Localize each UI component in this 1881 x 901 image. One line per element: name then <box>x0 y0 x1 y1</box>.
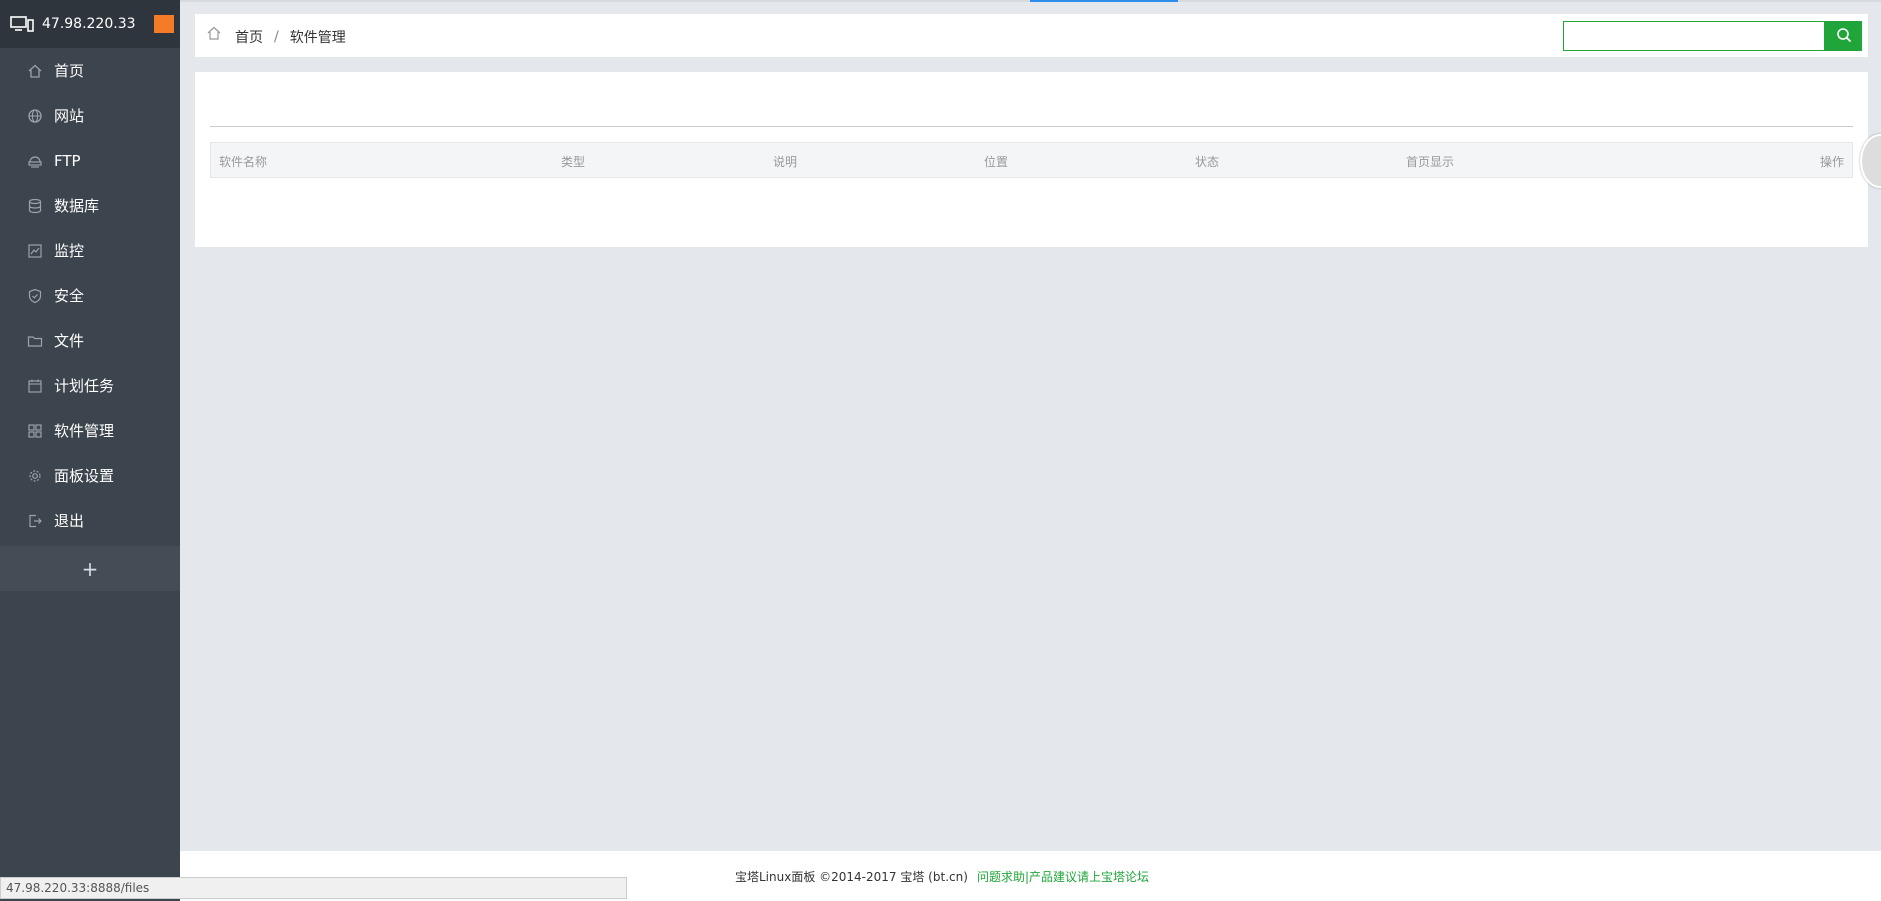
sidebar-item-settings[interactable]: 面板设置 <box>0 453 180 498</box>
add-shortcut-button[interactable]: + <box>0 546 180 591</box>
sidebar-item-files[interactable]: 文件 <box>0 318 180 363</box>
sidebar-menu: 首页 网站 FTP 数据库 监控 安全 文件 计划任务 软件管理 面板设置 退出 <box>0 48 180 543</box>
sidebar-item-website[interactable]: 网站 <box>0 93 180 138</box>
sidebar-item-cron[interactable]: 计划任务 <box>0 363 180 408</box>
sidebar-item-monitor[interactable]: 监控 <box>0 228 180 273</box>
sidebar-item-label: 监控 <box>54 242 85 260</box>
panel-flag-icon[interactable] <box>154 15 174 33</box>
grid-icon <box>27 423 43 439</box>
sidebar-item-database[interactable]: 数据库 <box>0 183 180 228</box>
sidebar-item-label: 退出 <box>54 512 85 530</box>
folder-icon <box>27 333 43 349</box>
server-ip: 47.98.220.33 <box>42 16 136 32</box>
sidebar-item-label: 数据库 <box>54 197 100 215</box>
sidebar-item-logout[interactable]: 退出 <box>0 498 180 543</box>
sidebar-item-home[interactable]: 首页 <box>0 48 180 93</box>
active-tab-indicator <box>1030 0 1178 2</box>
home-icon <box>27 63 43 79</box>
column-header-status: 状态 <box>1195 155 1220 169</box>
sidebar-item-label: 计划任务 <box>54 377 115 395</box>
column-header-description: 说明 <box>773 155 798 169</box>
software-table-header: 软件名称 类型 说明 位置 状态 首页显示 操作 <box>210 142 1853 178</box>
search-icon <box>1836 27 1852 46</box>
logout-icon <box>27 513 43 529</box>
sidebar-item-software[interactable]: 软件管理 <box>0 408 180 453</box>
sidebar-item-label: 面板设置 <box>54 467 115 485</box>
column-header-actions: 操作 <box>1819 155 1844 169</box>
sidebar-item-ftp[interactable]: FTP <box>0 138 180 183</box>
sidebar-item-label: 文件 <box>54 332 85 350</box>
column-header-location: 位置 <box>984 155 1009 169</box>
breadcrumb-separator: / <box>274 29 279 45</box>
sidebar-header: 47.98.220.33 <box>0 0 180 48</box>
gear-icon <box>27 468 43 484</box>
column-header-name: 软件名称 <box>219 155 268 169</box>
globe-icon <box>27 108 43 124</box>
breadcrumb-bar: 首页 / 软件管理 <box>195 14 1868 57</box>
footer-help-link[interactable]: 问题求助|产品建议请上宝塔论坛 <box>977 868 1149 885</box>
calendar-icon <box>27 378 43 394</box>
database-icon <box>27 198 43 214</box>
server-monitor-icon <box>10 15 34 33</box>
sidebar-item-label: FTP <box>54 151 81 170</box>
sidebar-item-label: 首页 <box>54 62 85 80</box>
breadcrumb-current: 软件管理 <box>289 30 346 46</box>
footer-copyright: 宝塔Linux面板 ©2014-2017 宝塔 (bt.cn) <box>735 870 968 884</box>
search-button[interactable] <box>1825 21 1862 51</box>
ftp-icon <box>27 153 43 169</box>
shield-icon <box>27 288 43 304</box>
search-input[interactable] <box>1563 21 1825 51</box>
home-icon[interactable] <box>206 25 222 41</box>
sidebar-item-label: 软件管理 <box>54 422 115 440</box>
sidebar-item-label: 安全 <box>54 287 85 305</box>
sidebar-item-security[interactable]: 安全 <box>0 273 180 318</box>
tab-divider <box>210 126 1853 127</box>
search-box <box>1563 21 1862 51</box>
monitor-chart-icon <box>27 243 43 259</box>
browser-tab-strip <box>180 0 1881 2</box>
software-panel: 软件名称 类型 说明 位置 状态 首页显示 操作 <box>195 72 1868 247</box>
browser-status-url: 47.98.220.33:8888/files <box>0 877 627 899</box>
column-header-type: 类型 <box>561 155 586 169</box>
sidebar-item-label: 网站 <box>54 107 85 125</box>
breadcrumb-home-link[interactable]: 首页 <box>235 27 263 47</box>
sidebar: 47.98.220.33 首页 网站 FTP 数据库 监控 安全 文件 计划任务… <box>0 0 180 901</box>
plus-icon: + <box>81 556 99 581</box>
column-header-homepage-display: 首页显示 <box>1406 155 1455 169</box>
breadcrumb: 首页 / 软件管理 <box>235 27 346 47</box>
